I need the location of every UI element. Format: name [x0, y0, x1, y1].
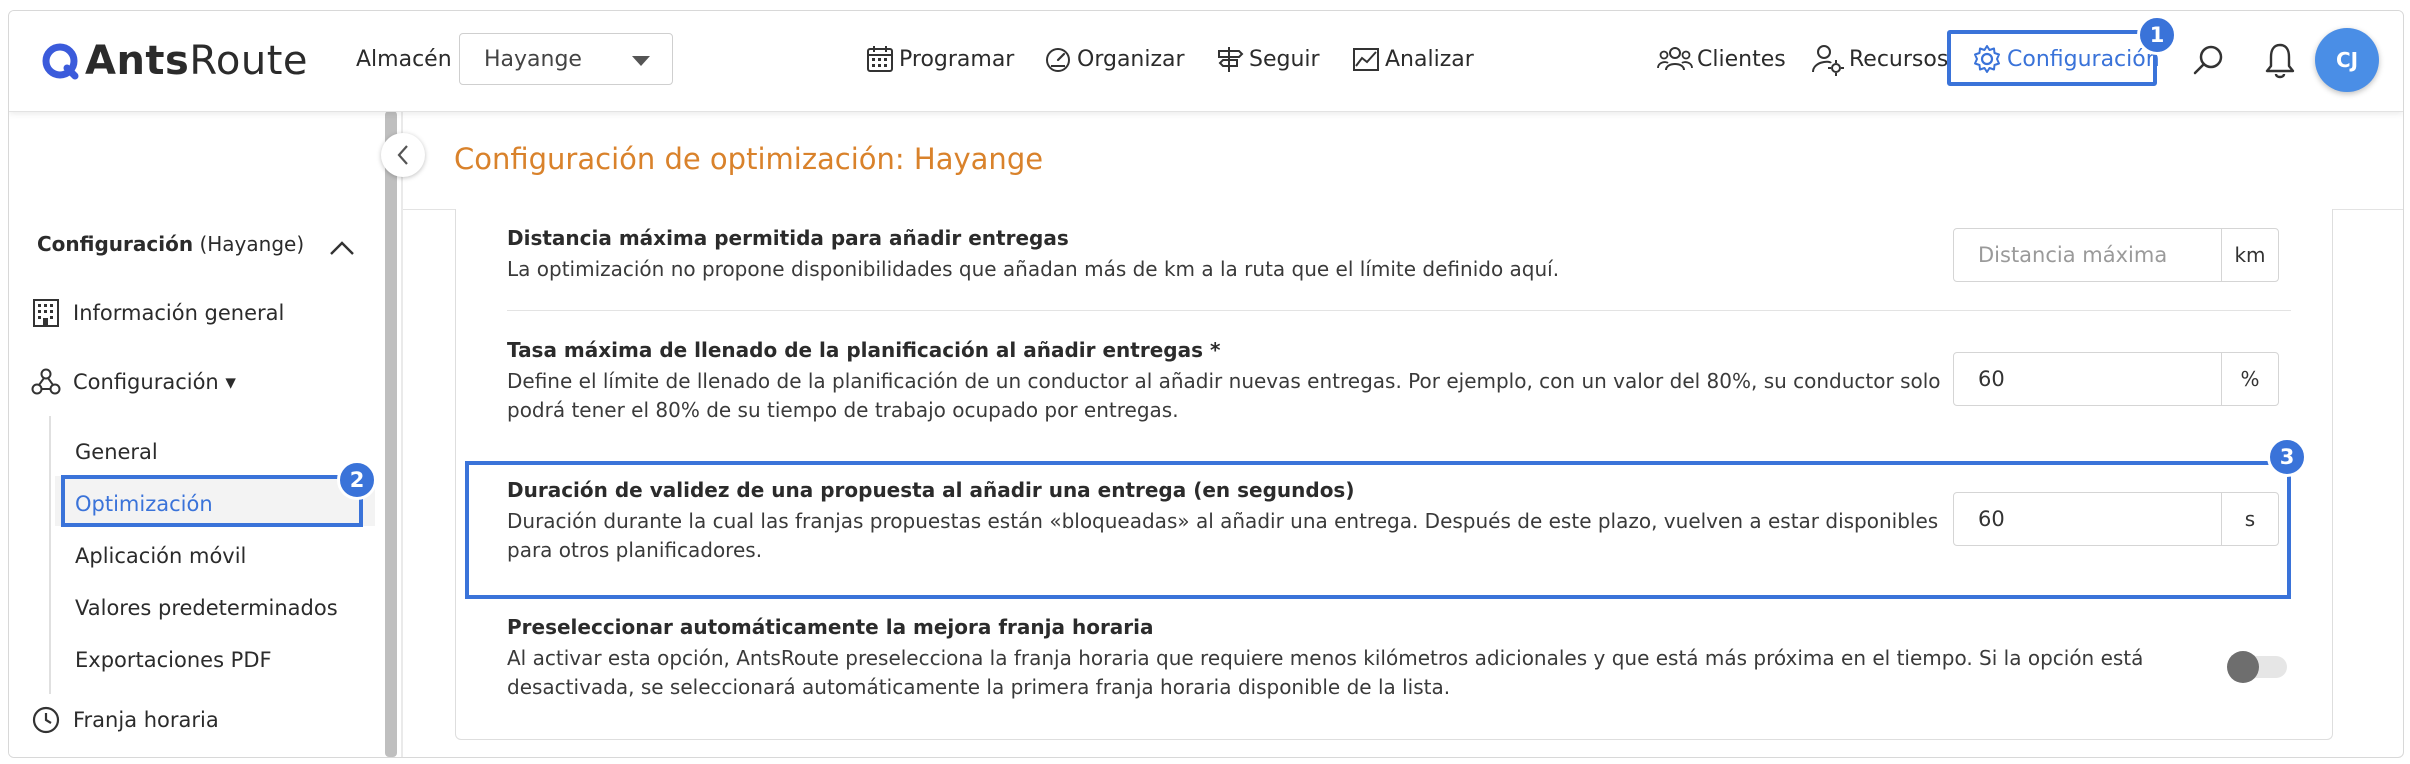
sidebar-item-label: Información general [73, 301, 285, 325]
nav-analizar[interactable]: Analizar [1351, 39, 1474, 79]
nav-clientes-label: Clientes [1697, 46, 1786, 72]
max-distance-input[interactable]: Distancia máxima [1954, 229, 2222, 281]
nav-seguir[interactable]: Seguir [1215, 39, 1320, 79]
validity-duration-input[interactable]: 60 [1954, 493, 2222, 545]
gauge-icon [1046, 48, 1070, 72]
app-window: AntsRoute Almacén Hayange Programar Orga… [8, 10, 2404, 758]
warehouse-label: Almacén [356, 47, 452, 72]
setting-title: Distancia máxima permitida para añadir e… [507, 226, 1069, 250]
calendar-icon [867, 46, 893, 72]
setting-title: Duración de validez de una propuesta al … [507, 478, 1355, 502]
user-avatar[interactable]: CJ [2315, 28, 2379, 92]
unit-label: s [2244, 507, 2256, 531]
top-navbar: AntsRoute Almacén Hayange Programar Orga… [9, 11, 2403, 112]
sidebar-subitem-general[interactable]: General [75, 440, 158, 464]
setting-description: podrá tener el 80% de su tiempo de traba… [507, 398, 1179, 422]
sidebar-item-label: Configuración ▾ [73, 370, 236, 394]
sidebar-subitem-valores-predeterminados[interactable]: Valores predeterminados [75, 596, 338, 620]
max-fill-rate-input[interactable]: 60 [1954, 353, 2222, 405]
antsroute-logo[interactable]: AntsRoute [41, 37, 308, 85]
nav-clientes[interactable]: Clientes [1657, 39, 1786, 79]
setting-description: Duración durante la cual las franjas pro… [507, 509, 1939, 533]
warehouse-value: Hayange [484, 47, 582, 72]
clock-icon [31, 705, 61, 735]
sidebar-subitem-aplicacion-movil[interactable]: Aplicación móvil [75, 544, 246, 568]
unit-label: km [2234, 243, 2266, 267]
setting-description: Define el límite de llenado de la planif… [507, 369, 1941, 393]
notifications-button[interactable] [2263, 41, 2297, 83]
sidebar-section-title[interactable]: Configuración (Hayange) [37, 232, 304, 256]
nav-recursos-label: Recursos [1849, 46, 1949, 72]
signpost-icon [1218, 47, 1244, 72]
logo-text-light: Route [189, 38, 308, 84]
sidebar-item-informacion-general[interactable]: Información general [31, 298, 284, 328]
setting-title: Tasa máxima de llenado de la planificaci… [507, 338, 1221, 362]
chevron-left-icon [397, 145, 408, 165]
search-icon [2193, 45, 2223, 75]
sidebar-tree-line [49, 416, 51, 694]
sidebar-item-configuracion[interactable]: Configuración ▾ [31, 367, 236, 397]
sidebar-item-label: Franja horaria [73, 708, 219, 732]
setting-description: Al activar esta opción, AntsRoute presel… [507, 646, 2144, 670]
collapse-sidebar-button[interactable] [381, 133, 425, 177]
chevron-up-icon[interactable] [329, 240, 355, 260]
setting-description: para otros planificadores. [507, 538, 763, 562]
sidebar-section-name: Configuración [37, 232, 194, 256]
setting-description: desactivada, se seleccionará automáticam… [507, 675, 1451, 699]
max-fill-rate-field[interactable]: 60 % [1953, 352, 2279, 406]
validity-duration-field[interactable]: 60 s [1953, 492, 2279, 546]
warehouse-select[interactable]: Hayange [459, 33, 673, 85]
sidebar-subitem-exportaciones-pdf[interactable]: Exportaciones PDF [75, 648, 272, 672]
bell-icon [2265, 43, 2295, 79]
separator [507, 310, 2291, 311]
search-button[interactable] [2191, 43, 2227, 83]
sidebar-scrollbar[interactable] [385, 111, 397, 757]
highlight-optimizacion [61, 475, 363, 527]
nav-organizar-label: Organizar [1077, 46, 1185, 72]
max-distance-field[interactable]: Distancia máxima km [1953, 228, 2279, 282]
auto-preselect-toggle[interactable] [2227, 651, 2287, 683]
setting-description: La optimización no propone disponibilida… [507, 257, 1560, 281]
unit-label: % [2240, 367, 2260, 391]
highlight-configuracion [1947, 30, 2157, 86]
step-badge-1: 1 [2137, 15, 2177, 55]
setting-title: Preseleccionar automáticamente la mejora… [507, 615, 1154, 639]
logo-text-bold: Ants [85, 38, 190, 84]
nav-programar-label: Programar [899, 46, 1015, 72]
antsroute-logo-icon [41, 42, 79, 80]
sidebar: Configuración (Hayange) Información gene… [9, 112, 379, 757]
nav-recursos[interactable]: Recursos [1811, 39, 1948, 79]
config-nodes-icon [31, 367, 61, 397]
chart-icon [1353, 48, 1379, 71]
caret-down-icon [632, 56, 650, 66]
page-title: Configuración de optimización: Hayange [454, 142, 1044, 176]
clients-icon [1657, 47, 1693, 71]
resources-icon [1812, 45, 1844, 76]
nav-seguir-label: Seguir [1249, 46, 1320, 72]
nav-programar[interactable]: Programar [865, 39, 1014, 79]
sidebar-section-scope: (Hayange) [199, 232, 305, 256]
building-icon [31, 298, 61, 328]
nav-analizar-label: Analizar [1385, 46, 1474, 72]
step-badge-2: 2 [337, 460, 377, 500]
nav-organizar[interactable]: Organizar [1043, 39, 1185, 79]
sidebar-item-franja-horaria[interactable]: Franja horaria [31, 705, 219, 735]
toggle-knob [2227, 651, 2259, 683]
step-badge-3: 3 [2267, 437, 2307, 477]
